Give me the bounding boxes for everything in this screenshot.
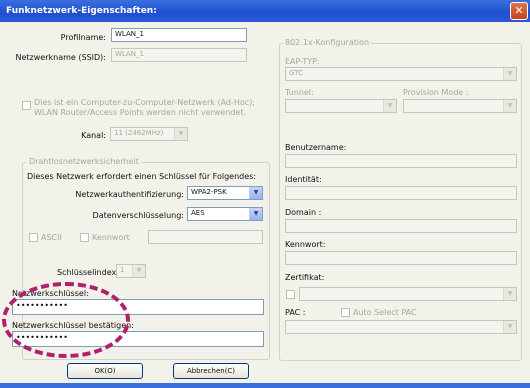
network-key-label: Netzwerkschlüssel:: [12, 289, 89, 298]
network-key-input[interactable]: •••••••••••: [12, 299, 264, 315]
eap-type-value: GTC: [289, 69, 303, 77]
enc-value: AES: [191, 209, 205, 217]
enc-label: Datenverschlüsselung:: [92, 211, 184, 220]
channel-value: 11 (2462MHz): [114, 129, 164, 137]
provision-mode-label: Provision Mode :: [403, 88, 469, 97]
ascii-checkbox[interactable]: [29, 233, 38, 242]
ssid-label: Netzwerkname (SSID):: [15, 53, 106, 62]
tunnel-label: Tunnel:: [285, 88, 314, 97]
cancel-button[interactable]: Abbrechen(C): [173, 363, 249, 379]
confirm-key-label: Netzwerkschlüssel bestätigen:: [12, 321, 134, 330]
username-input[interactable]: [285, 154, 517, 168]
pac-select[interactable]: ▼: [285, 320, 517, 334]
pac-label: PAC :: [285, 308, 306, 317]
security-intro: Dieses Netzwerk erfordert einen Schlüsse…: [27, 172, 257, 181]
chevron-down-icon: ▼: [503, 68, 516, 80]
password-input[interactable]: [285, 251, 517, 265]
certificate-checkbox[interactable]: [286, 290, 295, 299]
certificate-select[interactable]: ▼: [299, 287, 517, 301]
domain-input[interactable]: [285, 219, 517, 233]
passphrase-checkbox[interactable]: [80, 233, 89, 242]
auth-label: Netzwerkauthentifizierung:: [75, 190, 184, 199]
identity-label: Identität:: [285, 175, 322, 184]
password-label: Kennwort:: [285, 240, 326, 249]
close-button[interactable]: ✕: [510, 2, 528, 20]
enc-select[interactable]: AES ▼: [187, 207, 263, 221]
adhoc-text-line1: Dies ist ein Computer-zu-Computer-Netzwe…: [34, 98, 256, 107]
tunnel-select[interactable]: ▼: [285, 99, 397, 113]
chevron-down-icon: ▼: [174, 128, 187, 140]
eap-group-title: 802.1x-Konfiguration: [283, 38, 372, 47]
key-index-label: Schlüsselindex:: [57, 268, 119, 277]
auth-value: WPA2-PSK: [191, 188, 227, 196]
certificate-label: Zertifikat:: [285, 273, 325, 282]
profile-name-label: Profilname:: [60, 33, 106, 42]
window-bottom-border: [0, 383, 530, 388]
chevron-down-icon: ▼: [249, 187, 262, 199]
provision-mode-select[interactable]: ▼: [403, 99, 517, 113]
ssid-input[interactable]: WLAN_1: [111, 48, 247, 62]
domain-label: Domain :: [285, 208, 322, 217]
identity-input[interactable]: [285, 186, 517, 200]
chevron-down-icon: ▼: [503, 100, 516, 112]
channel-label: Kanal:: [81, 131, 106, 140]
chevron-down-icon: ▼: [503, 321, 516, 333]
ok-button[interactable]: OK(O): [67, 363, 143, 379]
chevron-down-icon: ▼: [249, 208, 262, 220]
key-index-value: 1: [120, 266, 125, 274]
eap-type-label: EAP-TYP:: [285, 57, 320, 66]
auto-pac-label: Auto Select PAC: [353, 308, 417, 317]
adhoc-checkbox[interactable]: [22, 101, 31, 110]
passphrase-input[interactable]: [148, 230, 263, 244]
security-group-title: Drahtlosnetzwerksicherheit: [27, 157, 141, 166]
ascii-label: ASCII: [41, 233, 62, 242]
profile-name-input[interactable]: WLAN_1: [111, 28, 247, 42]
chevron-down-icon: ▼: [383, 100, 396, 112]
key-index-select[interactable]: 1 ▼: [116, 264, 146, 278]
passphrase-label: Kennwort: [92, 233, 130, 242]
username-label: Benutzername:: [285, 143, 347, 152]
confirm-key-input[interactable]: •••••••••••: [12, 331, 264, 347]
chevron-down-icon: ▼: [132, 265, 145, 277]
chevron-down-icon: ▼: [503, 288, 516, 300]
eap-type-select[interactable]: GTC ▼: [285, 67, 517, 81]
channel-select[interactable]: 11 (2462MHz) ▼: [110, 127, 188, 141]
auto-pac-checkbox[interactable]: [341, 308, 350, 317]
auth-select[interactable]: WPA2-PSK ▼: [187, 186, 263, 200]
title-bar: Funknetzwerk-Eigenschaften: ✕: [0, 0, 530, 22]
window-title: Funknetzwerk-Eigenschaften:: [6, 6, 157, 16]
adhoc-text-line2: WLAN Router/Access Points werden nicht v…: [34, 108, 247, 117]
